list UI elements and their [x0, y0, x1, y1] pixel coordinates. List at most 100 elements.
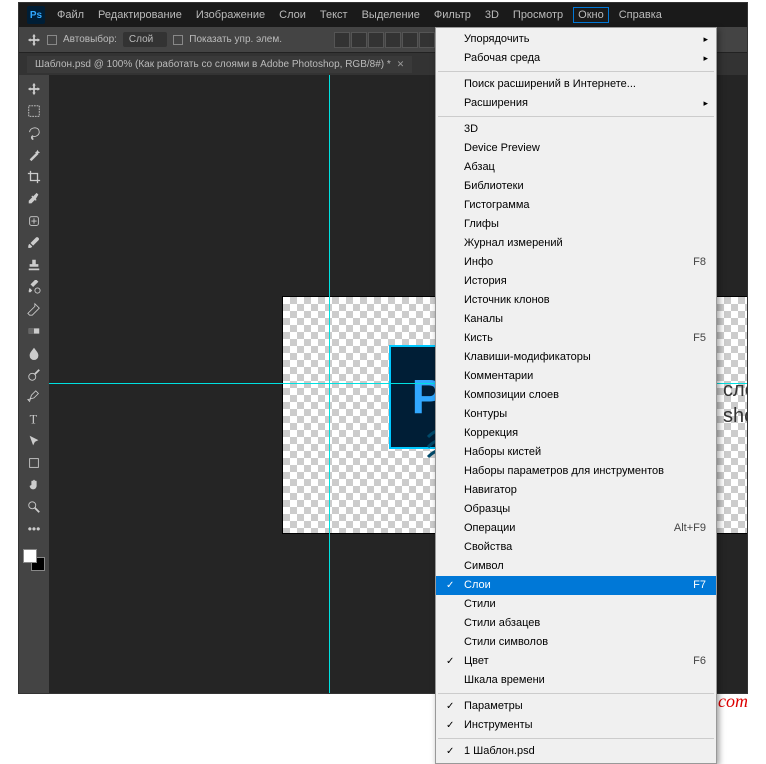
- align-btn[interactable]: [368, 32, 384, 48]
- canvas-text: слоями shop: [723, 377, 747, 429]
- menu-item[interactable]: Гистограмма: [436, 196, 716, 215]
- menu-item-label: Глифы: [464, 217, 499, 232]
- menu-item-label: Контуры: [464, 407, 507, 422]
- app-window: Ps Файл Редактирование Изображение Слои Текс…: [18, 2, 748, 694]
- edit-toolbar-icon[interactable]: •••: [23, 519, 45, 539]
- menu-item[interactable]: Рабочая среда: [436, 49, 716, 68]
- dodge-tool-icon[interactable]: [23, 365, 45, 385]
- menu-item[interactable]: Коррекция: [436, 424, 716, 443]
- menu-item[interactable]: Библиотеки: [436, 177, 716, 196]
- menu-item[interactable]: Комментарии: [436, 367, 716, 386]
- align-btn[interactable]: [351, 32, 367, 48]
- menu-item[interactable]: ОперацииAlt+F9: [436, 519, 716, 538]
- menu-item[interactable]: Источник клонов: [436, 291, 716, 310]
- menubar-item-справка[interactable]: Справка: [619, 9, 662, 21]
- menubar-item-редактирование[interactable]: Редактирование: [98, 9, 182, 21]
- menu-item[interactable]: Наборы кистей: [436, 443, 716, 462]
- color-swatches[interactable]: [23, 549, 45, 571]
- menu-item[interactable]: СлоиF7: [436, 576, 716, 595]
- menu-item[interactable]: Наборы параметров для инструментов: [436, 462, 716, 481]
- menu-item-label: Слои: [464, 578, 491, 593]
- close-icon[interactable]: ✕: [397, 59, 405, 70]
- menu-item[interactable]: Клавиши-модификаторы: [436, 348, 716, 367]
- menubar-item-3d[interactable]: 3D: [485, 9, 499, 21]
- menu-item[interactable]: Параметры: [436, 697, 716, 716]
- menubar-item-текст[interactable]: Текст: [320, 9, 348, 21]
- menu-item-label: Наборы кистей: [464, 445, 541, 460]
- menu-item-label: Операции: [464, 521, 515, 536]
- menu-item[interactable]: Инструменты: [436, 716, 716, 735]
- hand-tool-icon[interactable]: [23, 475, 45, 495]
- menubar-item-окно[interactable]: Окно: [573, 7, 609, 23]
- vertical-guide[interactable]: [329, 75, 330, 693]
- layer-dropdown[interactable]: Слой: [123, 32, 167, 47]
- menubar-item-фильтр[interactable]: Фильтр: [434, 9, 471, 21]
- menu-item[interactable]: Свойства: [436, 538, 716, 557]
- marquee-tool-icon[interactable]: [23, 101, 45, 121]
- pen-tool-icon[interactable]: [23, 387, 45, 407]
- menu-item-label: Стили: [464, 597, 496, 612]
- menu-item[interactable]: Каналы: [436, 310, 716, 329]
- lasso-tool-icon[interactable]: [23, 123, 45, 143]
- shape-tool-icon[interactable]: [23, 453, 45, 473]
- menu-item[interactable]: Упорядочить: [436, 30, 716, 49]
- type-tool-icon[interactable]: T: [23, 409, 45, 429]
- menubar-item-изображение[interactable]: Изображение: [196, 9, 265, 21]
- menu-item-label: Инфо: [464, 255, 493, 270]
- eraser-tool-icon[interactable]: [23, 299, 45, 319]
- menu-item[interactable]: Образцы: [436, 500, 716, 519]
- menu-item[interactable]: Журнал измерений: [436, 234, 716, 253]
- menu-item[interactable]: ЦветF6: [436, 652, 716, 671]
- menu-item[interactable]: 3D: [436, 120, 716, 139]
- menu-item-label: История: [464, 274, 507, 289]
- align-btn[interactable]: [402, 32, 418, 48]
- menu-item[interactable]: 1 Шаблон.psd: [436, 742, 716, 761]
- menu-item-label: Поиск расширений в Интернете...: [464, 77, 636, 92]
- menu-item-label: Композиции слоев: [464, 388, 559, 403]
- crop-tool-icon[interactable]: [23, 167, 45, 187]
- wand-tool-icon[interactable]: [23, 145, 45, 165]
- menubar-item-выделение[interactable]: Выделение: [362, 9, 420, 21]
- menu-item[interactable]: История: [436, 272, 716, 291]
- zoom-tool-icon[interactable]: [23, 497, 45, 517]
- menu-item-label: 3D: [464, 122, 478, 137]
- fg-color-swatch[interactable]: [23, 549, 37, 563]
- menu-item[interactable]: Символ: [436, 557, 716, 576]
- align-btn[interactable]: [334, 32, 350, 48]
- menu-item[interactable]: Композиции слоев: [436, 386, 716, 405]
- menu-item[interactable]: Абзац: [436, 158, 716, 177]
- menu-item[interactable]: Контуры: [436, 405, 716, 424]
- show-controls-checkbox[interactable]: [173, 35, 183, 45]
- menu-item[interactable]: Device Preview: [436, 139, 716, 158]
- menu-item[interactable]: КистьF5: [436, 329, 716, 348]
- menu-item[interactable]: ИнфоF8: [436, 253, 716, 272]
- menubar-item-файл[interactable]: Файл: [57, 9, 84, 21]
- menubar-item-слои[interactable]: Слои: [279, 9, 306, 21]
- document-tab[interactable]: Шаблон.psd @ 100% (Как работать со слоям…: [27, 56, 412, 73]
- brush-tool-icon[interactable]: [23, 233, 45, 253]
- menu-item-label: Комментарии: [464, 369, 533, 384]
- menu-item[interactable]: Навигатор: [436, 481, 716, 500]
- align-btn[interactable]: [419, 32, 435, 48]
- path-select-tool-icon[interactable]: [23, 431, 45, 451]
- gradient-tool-icon[interactable]: [23, 321, 45, 341]
- menu-item-label: Цвет: [464, 654, 489, 669]
- menu-item[interactable]: Расширения: [436, 94, 716, 113]
- eyedropper-tool-icon[interactable]: [23, 189, 45, 209]
- menu-item[interactable]: Поиск расширений в Интернете...: [436, 75, 716, 94]
- menu-item[interactable]: Стили: [436, 595, 716, 614]
- menu-item[interactable]: Стили абзацев: [436, 614, 716, 633]
- history-brush-tool-icon[interactable]: [23, 277, 45, 297]
- align-btn[interactable]: [385, 32, 401, 48]
- menu-item[interactable]: Глифы: [436, 215, 716, 234]
- menu-item[interactable]: Стили символов: [436, 633, 716, 652]
- move-tool-icon[interactable]: [23, 79, 45, 99]
- app-logo-icon: Ps: [27, 6, 45, 24]
- auto-select-checkbox[interactable]: [47, 35, 57, 45]
- menu-item[interactable]: Шкала времени: [436, 671, 716, 690]
- menu-item-label: Стили абзацев: [464, 616, 540, 631]
- menubar-item-просмотр[interactable]: Просмотр: [513, 9, 563, 21]
- stamp-tool-icon[interactable]: [23, 255, 45, 275]
- blur-tool-icon[interactable]: [23, 343, 45, 363]
- healing-tool-icon[interactable]: [23, 211, 45, 231]
